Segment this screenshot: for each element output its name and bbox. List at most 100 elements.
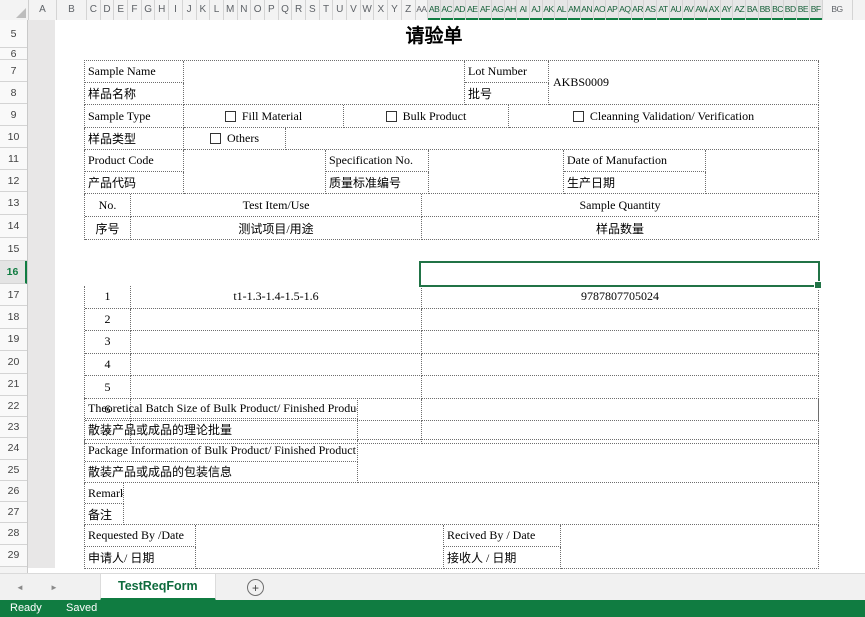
test-row-4-qty[interactable] — [422, 354, 819, 377]
row-header-24[interactable]: 24 — [0, 438, 27, 459]
row-header-19[interactable]: 19 — [0, 329, 27, 351]
column-header-BA[interactable]: BA — [746, 0, 759, 20]
column-header-AD[interactable]: AD — [454, 0, 467, 20]
column-header-AA[interactable]: AA — [416, 0, 429, 20]
column-header-AE[interactable]: AE — [466, 0, 479, 20]
option-others[interactable]: Others — [184, 128, 286, 150]
theoretical-batch-value-cell[interactable] — [358, 398, 819, 440]
column-header-Z[interactable]: Z — [402, 0, 416, 20]
column-header-AC[interactable]: AC — [441, 0, 454, 20]
column-header-AO[interactable]: AO — [594, 0, 607, 20]
others-checkbox-icon[interactable] — [210, 133, 221, 144]
column-header-F[interactable]: F — [128, 0, 142, 20]
column-header-BG[interactable]: BG — [823, 0, 853, 20]
column-header-AM[interactable]: AM — [568, 0, 581, 20]
column-header-AW[interactable]: AW — [695, 0, 708, 20]
test-table-header-qty-en[interactable]: Sample Quantity — [422, 194, 819, 217]
row-header-26[interactable]: 26 — [0, 481, 27, 502]
test-row-1-no[interactable]: 1 — [85, 286, 131, 309]
lot-number-label-en[interactable]: Lot Number — [465, 61, 549, 83]
sheet-grid[interactable]: 请验单 Sample Name Lot Number AKBS0009 样品名称… — [28, 20, 865, 573]
column-header-AQ[interactable]: AQ — [619, 0, 632, 20]
row-header-14[interactable]: 14 — [0, 215, 27, 238]
column-header-B[interactable]: B — [57, 0, 87, 20]
column-header-AN[interactable]: AN — [581, 0, 594, 20]
product-code-label-en[interactable]: Product Code — [85, 150, 184, 172]
column-header-AR[interactable]: AR — [632, 0, 645, 20]
test-row-3-no[interactable]: 3 — [85, 331, 131, 354]
row-header-8[interactable]: 8 — [0, 82, 27, 104]
test-row-2-no[interactable]: 2 — [85, 309, 131, 332]
theoretical-batch-label-zh[interactable]: 散装产品或成品的理论批量 — [85, 419, 358, 440]
lot-number-label-zh[interactable]: 批号 — [465, 83, 549, 105]
column-header-AJ[interactable]: AJ — [530, 0, 543, 20]
row-header-16[interactable]: 16 — [0, 261, 27, 284]
column-header-BF[interactable]: BF — [810, 0, 823, 20]
row-header-20[interactable]: 20 — [0, 351, 27, 373]
test-row-2-item[interactable] — [131, 309, 422, 332]
column-header-BE[interactable]: BE — [797, 0, 810, 20]
lot-number-value-cell[interactable]: AKBS0009 — [549, 61, 819, 105]
sample-type-label-en[interactable]: Sample Type — [85, 105, 184, 128]
column-header-BD[interactable]: BD — [784, 0, 797, 20]
remarks-label-en[interactable]: Remarks — [85, 483, 124, 504]
test-row-4-item[interactable] — [131, 354, 422, 377]
column-header-AZ[interactable]: AZ — [733, 0, 746, 20]
column-header-AK[interactable]: AK — [543, 0, 556, 20]
received-by-label-en[interactable]: Recived By / Date — [444, 525, 561, 547]
column-header-AI[interactable]: AI — [517, 0, 530, 20]
column-header-C[interactable]: C — [87, 0, 101, 20]
column-header-S[interactable]: S — [306, 0, 320, 20]
column-header-X[interactable]: X — [374, 0, 388, 20]
column-header-Y[interactable]: Y — [388, 0, 402, 20]
date-of-manufacture-value-cell[interactable] — [706, 150, 819, 194]
active-cell-selection[interactable] — [419, 261, 820, 287]
row-header-23[interactable]: 23 — [0, 417, 27, 438]
test-row-3-item[interactable] — [131, 331, 422, 354]
sample-name-label-en[interactable]: Sample Name — [85, 61, 184, 83]
column-header-U[interactable]: U — [333, 0, 347, 20]
others-value-cell[interactable] — [286, 128, 819, 150]
column-header-AY[interactable]: AY — [721, 0, 734, 20]
row-header-7[interactable]: 7 — [0, 60, 27, 82]
fill-material-checkbox-icon[interactable] — [225, 111, 236, 122]
next-sheet-arrow-icon[interactable]: ► — [50, 574, 58, 601]
row-header-18[interactable]: 18 — [0, 306, 27, 328]
column-header-AP[interactable]: AP — [606, 0, 619, 20]
test-row-1-qty[interactable]: 9787807705024 — [422, 286, 819, 309]
row-header-9[interactable]: 9 — [0, 104, 27, 126]
package-info-value-cell[interactable] — [358, 440, 819, 483]
column-header-AG[interactable]: AG — [492, 0, 505, 20]
row-header-25[interactable]: 25 — [0, 460, 27, 481]
option-cleaning-validation[interactable]: Cleanning Validation/ Verification — [509, 105, 819, 128]
row-header-6[interactable]: 6 — [0, 48, 27, 60]
column-header-AB[interactable]: AB — [428, 0, 441, 20]
column-header-P[interactable]: P — [265, 0, 279, 20]
column-header-BB[interactable]: BB — [759, 0, 772, 20]
column-header-AF[interactable]: AF — [479, 0, 492, 20]
test-row-1-item[interactable]: t1-1.3-1.4-1.5-1.6 — [131, 286, 422, 309]
test-row-5-no[interactable]: 5 — [85, 376, 131, 399]
received-by-value-cell[interactable] — [561, 525, 819, 569]
requested-by-label-zh[interactable]: 申请人/ 日期 — [85, 547, 196, 569]
sample-name-value-cell[interactable] — [184, 61, 465, 105]
column-header-M[interactable]: M — [224, 0, 238, 20]
test-row-4-no[interactable]: 4 — [85, 354, 131, 377]
product-code-value-cell[interactable] — [184, 150, 326, 194]
bulk-product-checkbox-icon[interactable] — [386, 111, 397, 122]
row-header-22[interactable]: 22 — [0, 396, 27, 417]
row-header-5[interactable]: 5 — [0, 20, 27, 48]
column-header-AT[interactable]: AT — [657, 0, 670, 20]
received-by-label-zh[interactable]: 接收人 / 日期 — [444, 547, 561, 569]
remarks-value-cell[interactable] — [124, 483, 819, 525]
test-row-5-qty[interactable] — [422, 376, 819, 399]
column-header-N[interactable]: N — [238, 0, 252, 20]
column-header-L[interactable]: L — [210, 0, 224, 20]
row-header-12[interactable]: 12 — [0, 170, 27, 192]
row-header-10[interactable]: 10 — [0, 126, 27, 148]
row-header-28[interactable]: 28 — [0, 523, 27, 545]
column-header-R[interactable]: R — [292, 0, 306, 20]
row-header-11[interactable]: 11 — [0, 148, 27, 170]
test-row-3-qty[interactable] — [422, 331, 819, 354]
column-header-J[interactable]: J — [183, 0, 197, 20]
